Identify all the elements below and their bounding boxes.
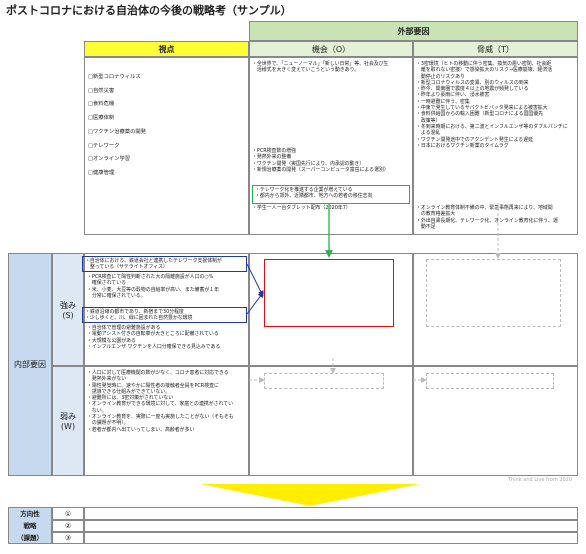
viewpoint-item: □テレワーク <box>88 142 120 149</box>
threat-bottom-text: ・オンライン教育体制不備の中、緊急事態再来により、地域間 の教育格差拡大 ・外出… <box>416 205 558 230</box>
weakness-cell: ・人口に対して医療機関の数が少なく、コロナ患者に対応できる 発熱外来がない ・陽… <box>84 366 249 476</box>
direction-number: ① <box>52 507 84 520</box>
internal-factors-label: 内部要因 <box>8 253 52 476</box>
viewpoint-header: 視点 <box>84 41 249 57</box>
strength-bottom-text: ・自治体で管理の避難施設がある ・電動アシスト付きの自転車が大きところに配備され… <box>87 325 221 350</box>
weakness-text: ・人口に対して医療機関の数が少なく、コロナ患者に対応できる 発熱外来がない ・陽… <box>87 370 234 433</box>
opportunity-bottom-text: ・学生一人一台タブレット配布（2020年7） <box>252 205 351 211</box>
dashed-placeholder <box>264 373 384 389</box>
strength-highlight-box-2: ・鉄道沿線の都市であり、新宿まで30分程度 ・少し歩くと、川、緑に囲まれた自然豊… <box>82 307 247 323</box>
viewpoint-list: □新型コロナウィルス □自然災害 □食料危機 □医療体制 □ワクチン治療薬の開発… <box>84 57 249 235</box>
opportunity-highlight-box: ・テレワーク化を推進する企業が増えている ・都内から郊外、近隣都市、地方への若者… <box>252 185 410 204</box>
page-title: ポストコロナにおける自治体の今後の戦略考（サンプル） <box>6 4 292 17</box>
weakness-label: 弱み (W) <box>52 366 84 476</box>
strength-mid-text: ・PCR検査にて陽性判断された大の隔離施設が人口の○% 確保されている ・米、小… <box>87 274 220 299</box>
opportunity-top-text: ・全世界で、「ニューノーマル」「新しい日常」等、社会及び生 活様式を大きく変えて… <box>252 61 389 74</box>
strength-label: 強み (S) <box>52 253 84 366</box>
viewpoint-item: □食料危機 <box>88 101 115 108</box>
strategy-red-box <box>264 259 394 327</box>
dashed-placeholder <box>426 373 554 389</box>
down-arrow <box>200 484 420 506</box>
watermark: Think and Live from 2020 <box>508 477 573 483</box>
direction-label: 方向性 戦略 （課題） <box>8 507 52 544</box>
opportunity-cell: ・全世界で、「ニューノーマル」「新しい日常」等、社会及び生 活様式を大きく変えて… <box>249 57 413 235</box>
viewpoint-item: □健康管理 <box>88 169 115 176</box>
swot-sheet: ポストコロナにおける自治体の今後の戦略考（サンプル） 外部要因 視点 機会（O）… <box>0 0 586 554</box>
dashed-placeholder <box>426 259 561 327</box>
viewpoint-item: □自然災害 <box>88 87 115 94</box>
viewpoint-item: □医療体制 <box>88 115 115 122</box>
opportunity-mid-text: ・PCR検査数の増強 ・発熱外来の整備 ・ワクチン開発（実国先行により、内承認の… <box>252 148 389 173</box>
direction-row <box>84 507 578 520</box>
threat-top-text: ・3密環境（ヒトの移動に伴う密集、換気の悪い密閉、社会距 離を取れない密接）で感… <box>416 61 568 149</box>
direction-row <box>84 520 578 532</box>
viewpoint-item: □新型コロナウィルス <box>88 74 141 80</box>
threat-cell: ・3密環境（ヒトの移動に伴う密集、換気の悪い密閉、社会距 離を取れない密接）で感… <box>413 57 578 235</box>
viewpoint-item: □オンライン学習 <box>88 156 131 163</box>
opportunity-header: 機会（O） <box>249 41 413 57</box>
strength-highlight-box-1: ・自治体における、鉄道会社と連携したテレワーク支援体制が 整っている（サテライト… <box>82 256 247 272</box>
direction-row <box>84 532 578 544</box>
strength-cell: ・自治体における、鉄道会社と連携したテレワーク支援体制が 整っている（サテライト… <box>82 253 249 366</box>
direction-number: ② <box>52 520 84 532</box>
viewpoint-item: □ワクチン治療薬の開発 <box>88 128 146 135</box>
direction-number: ③ <box>52 532 84 544</box>
external-factors-header: 外部要因 <box>249 21 578 41</box>
threat-header: 脅威（T） <box>413 41 578 57</box>
